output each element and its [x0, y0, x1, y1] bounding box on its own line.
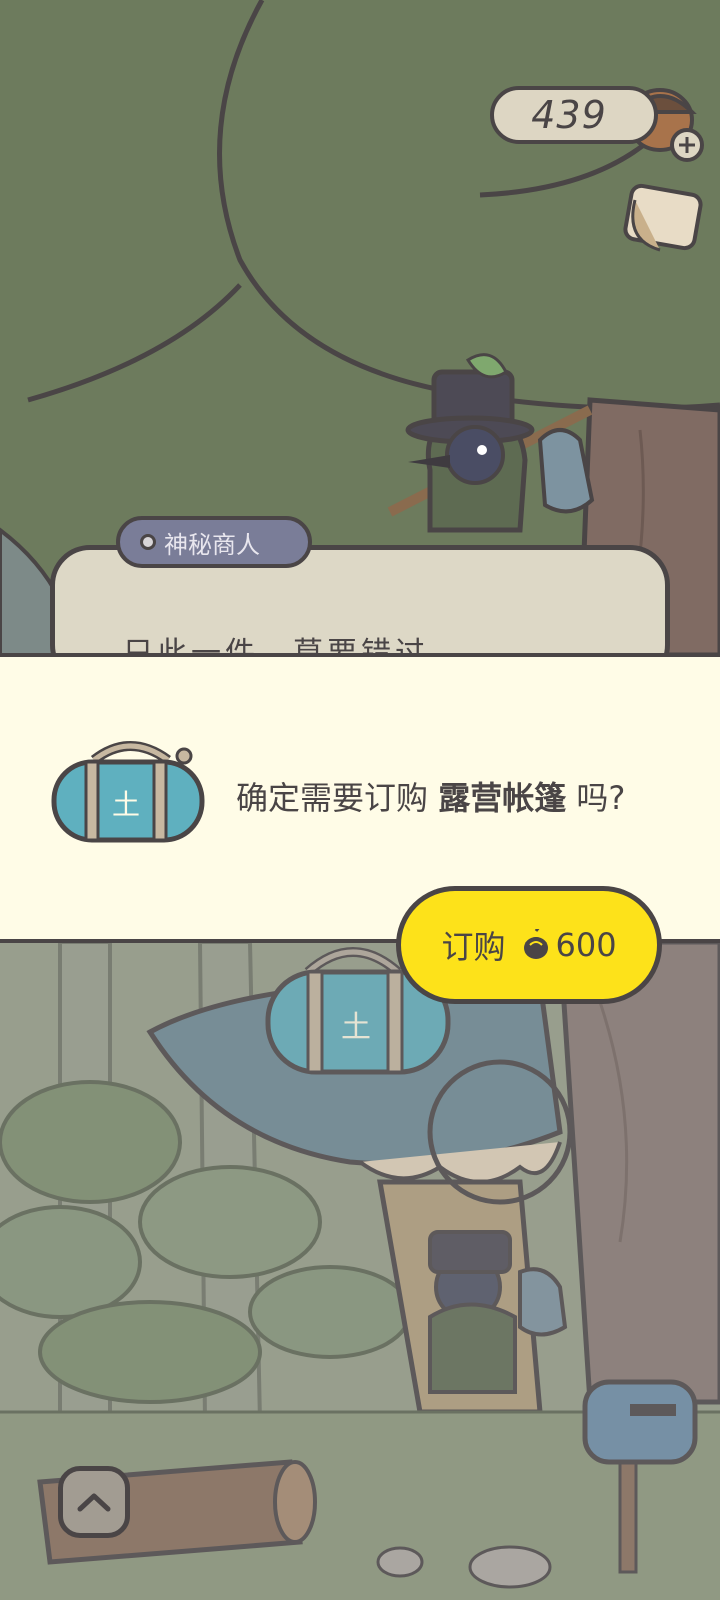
acorn-count: 439: [531, 93, 607, 137]
merchant-name-tag: 神秘商人: [116, 516, 312, 568]
duffel-bag-icon: 土: [51, 741, 205, 843]
tag-dot: [140, 534, 156, 550]
item-name: 露营帐篷: [438, 779, 567, 817]
confirm-question: 确定需要订购 露营帐篷 吗?: [236, 770, 625, 826]
expand-up-button[interactable]: [58, 1466, 130, 1538]
buy-price: 600: [555, 926, 617, 964]
acorn-icon: [524, 929, 549, 959]
question-suffix: 吗?: [576, 779, 626, 817]
chevron-up-icon: [77, 1493, 111, 1512]
inventory-bag-icon[interactable]: [623, 183, 703, 252]
buy-button[interactable]: 订购 600: [396, 886, 662, 1004]
question-prefix: 确定需要订购: [236, 779, 429, 817]
svg-text:土: 土: [112, 788, 140, 821]
buy-label: 订购: [441, 928, 506, 966]
merchant-name: 神秘商人: [164, 530, 260, 559]
